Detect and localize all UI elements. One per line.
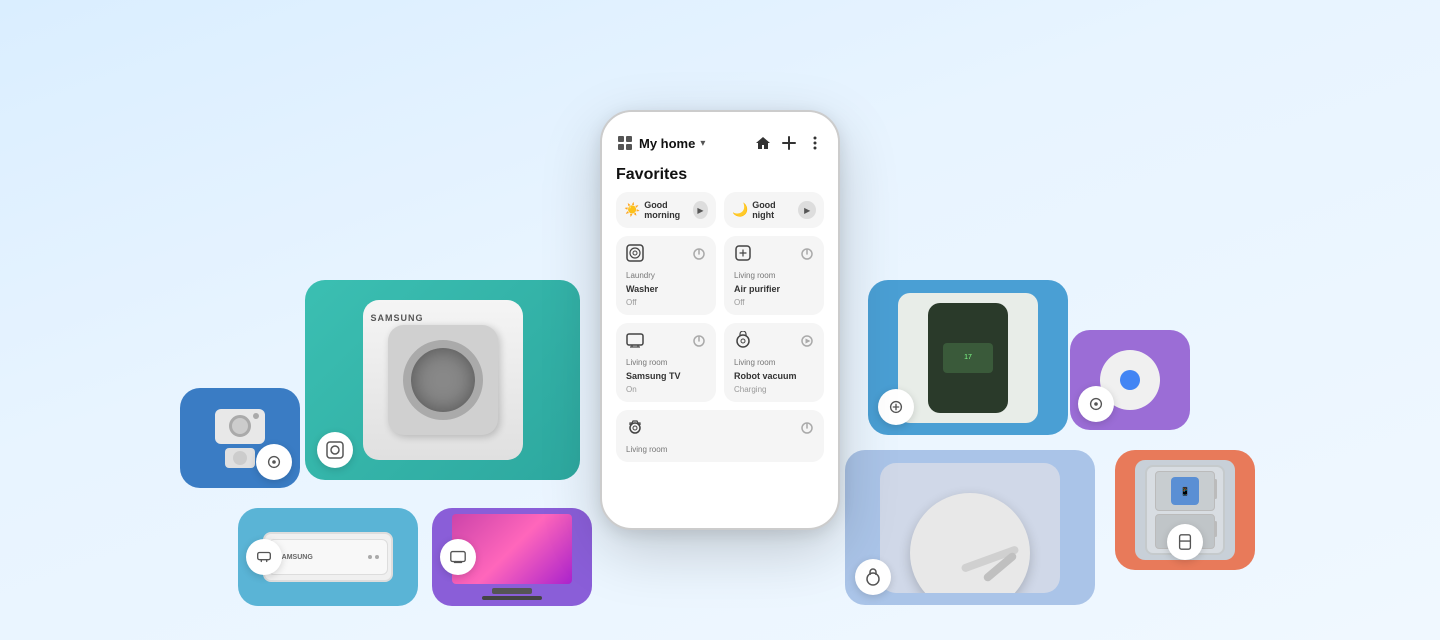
robot-name: Robot vacuum [734, 371, 814, 381]
robot-card-top [734, 331, 814, 354]
tv-status: On [626, 385, 706, 394]
robot-badge [855, 559, 891, 595]
samsung-tv-device-card[interactable]: Living room Samsung TV On [616, 323, 716, 402]
purifier-device-icon [734, 244, 752, 267]
camera-card-top [626, 418, 814, 441]
camera-badge [256, 444, 292, 480]
home-title: My home [639, 136, 695, 151]
camera-power-icon[interactable] [800, 421, 814, 438]
scenes-row: ☀️ Good morning ▶ 🌙 Good night ▶ [602, 192, 838, 236]
add-icon[interactable] [780, 134, 798, 152]
tv-device-icon [626, 331, 644, 354]
morning-play-btn[interactable]: ▶ [693, 201, 708, 219]
header-left: My home ▾ [616, 134, 705, 152]
purifier-image: 17 [898, 293, 1038, 423]
camera-card [180, 388, 300, 488]
washer-card: SAMSUNG [305, 280, 580, 480]
home-icon[interactable] [754, 134, 772, 152]
night-play-btn[interactable]: ▶ [798, 201, 816, 219]
phone-screen: My home ▾ [602, 112, 838, 528]
robot-play-icon[interactable] [800, 334, 814, 351]
main-scene: SAMSUNG SAMSUN [0, 0, 1440, 640]
good-morning-scene[interactable]: ☀️ Good morning ▶ [616, 192, 716, 228]
purifier-room: Living room [734, 271, 814, 280]
robot-vacuum-image [880, 463, 1060, 593]
washer-status: Off [626, 298, 706, 307]
washer-image: SAMSUNG [363, 300, 523, 460]
washer-name: Washer [626, 284, 706, 294]
camera-partial-icon [626, 418, 644, 441]
tv-badge [440, 539, 476, 575]
ac-badge [246, 539, 282, 575]
bottom-partial: Living room [602, 410, 838, 462]
camera-room: Living room [626, 445, 814, 454]
robot-device-icon [734, 331, 752, 354]
status-bar [602, 112, 838, 122]
chevron-down-icon[interactable]: ▾ [700, 138, 705, 149]
ac-card: SAMSUNG [238, 508, 418, 606]
header-icons [754, 134, 824, 152]
night-label: Good night [752, 200, 798, 220]
favorites-title: Favorites [602, 158, 838, 192]
google-badge [1078, 386, 1114, 422]
purifier-power-icon[interactable] [800, 247, 814, 264]
purifier-name: Air purifier [734, 284, 814, 294]
washer-room: Laundry [626, 271, 706, 280]
good-night-scene[interactable]: 🌙 Good night ▶ [724, 192, 824, 228]
tv-card-top [626, 331, 706, 354]
robot-status: Charging [734, 385, 814, 394]
grid-icon[interactable] [616, 134, 634, 152]
camera-partial-card[interactable]: Living room [616, 410, 824, 462]
morning-label: Good morning [644, 200, 693, 220]
samsung-logo: SAMSUNG [371, 313, 424, 323]
phone-header: My home ▾ [602, 122, 838, 158]
purifier-card: 17 [868, 280, 1068, 435]
tv-card [432, 508, 592, 606]
washer-badge [317, 432, 353, 468]
tv-stand [492, 588, 532, 594]
more-options-icon[interactable] [806, 134, 824, 152]
robot-room: Living room [734, 358, 814, 367]
fridge-card: 📱 [1115, 450, 1255, 570]
phone-mockup: My home ▾ [600, 110, 840, 530]
tv-power-icon[interactable] [692, 334, 706, 351]
tv-base [482, 596, 542, 600]
tv-room: Living room [626, 358, 706, 367]
purifier-badge [878, 389, 914, 425]
morning-icon: ☀️ [624, 202, 640, 218]
night-icon: 🌙 [732, 202, 748, 218]
air-purifier-device-card[interactable]: Living room Air purifier Off [724, 236, 824, 315]
devices-grid: Laundry Washer Off Living room [602, 236, 838, 410]
fridge-badge [1167, 524, 1203, 560]
purifier-card-top [734, 244, 814, 267]
purifier-status: Off [734, 298, 814, 307]
washer-card-top [626, 244, 706, 267]
washer-device-icon [626, 244, 644, 267]
washer-power-icon[interactable] [692, 247, 706, 264]
tv-name: Samsung TV [626, 371, 706, 381]
robot-vacuum-card [845, 450, 1095, 605]
ac-image: SAMSUNG [263, 532, 393, 582]
robot-vacuum-device-card[interactable]: Living room Robot vacuum Charging [724, 323, 824, 402]
google-home-card [1070, 330, 1190, 430]
washer-device-card[interactable]: Laundry Washer Off [616, 236, 716, 315]
